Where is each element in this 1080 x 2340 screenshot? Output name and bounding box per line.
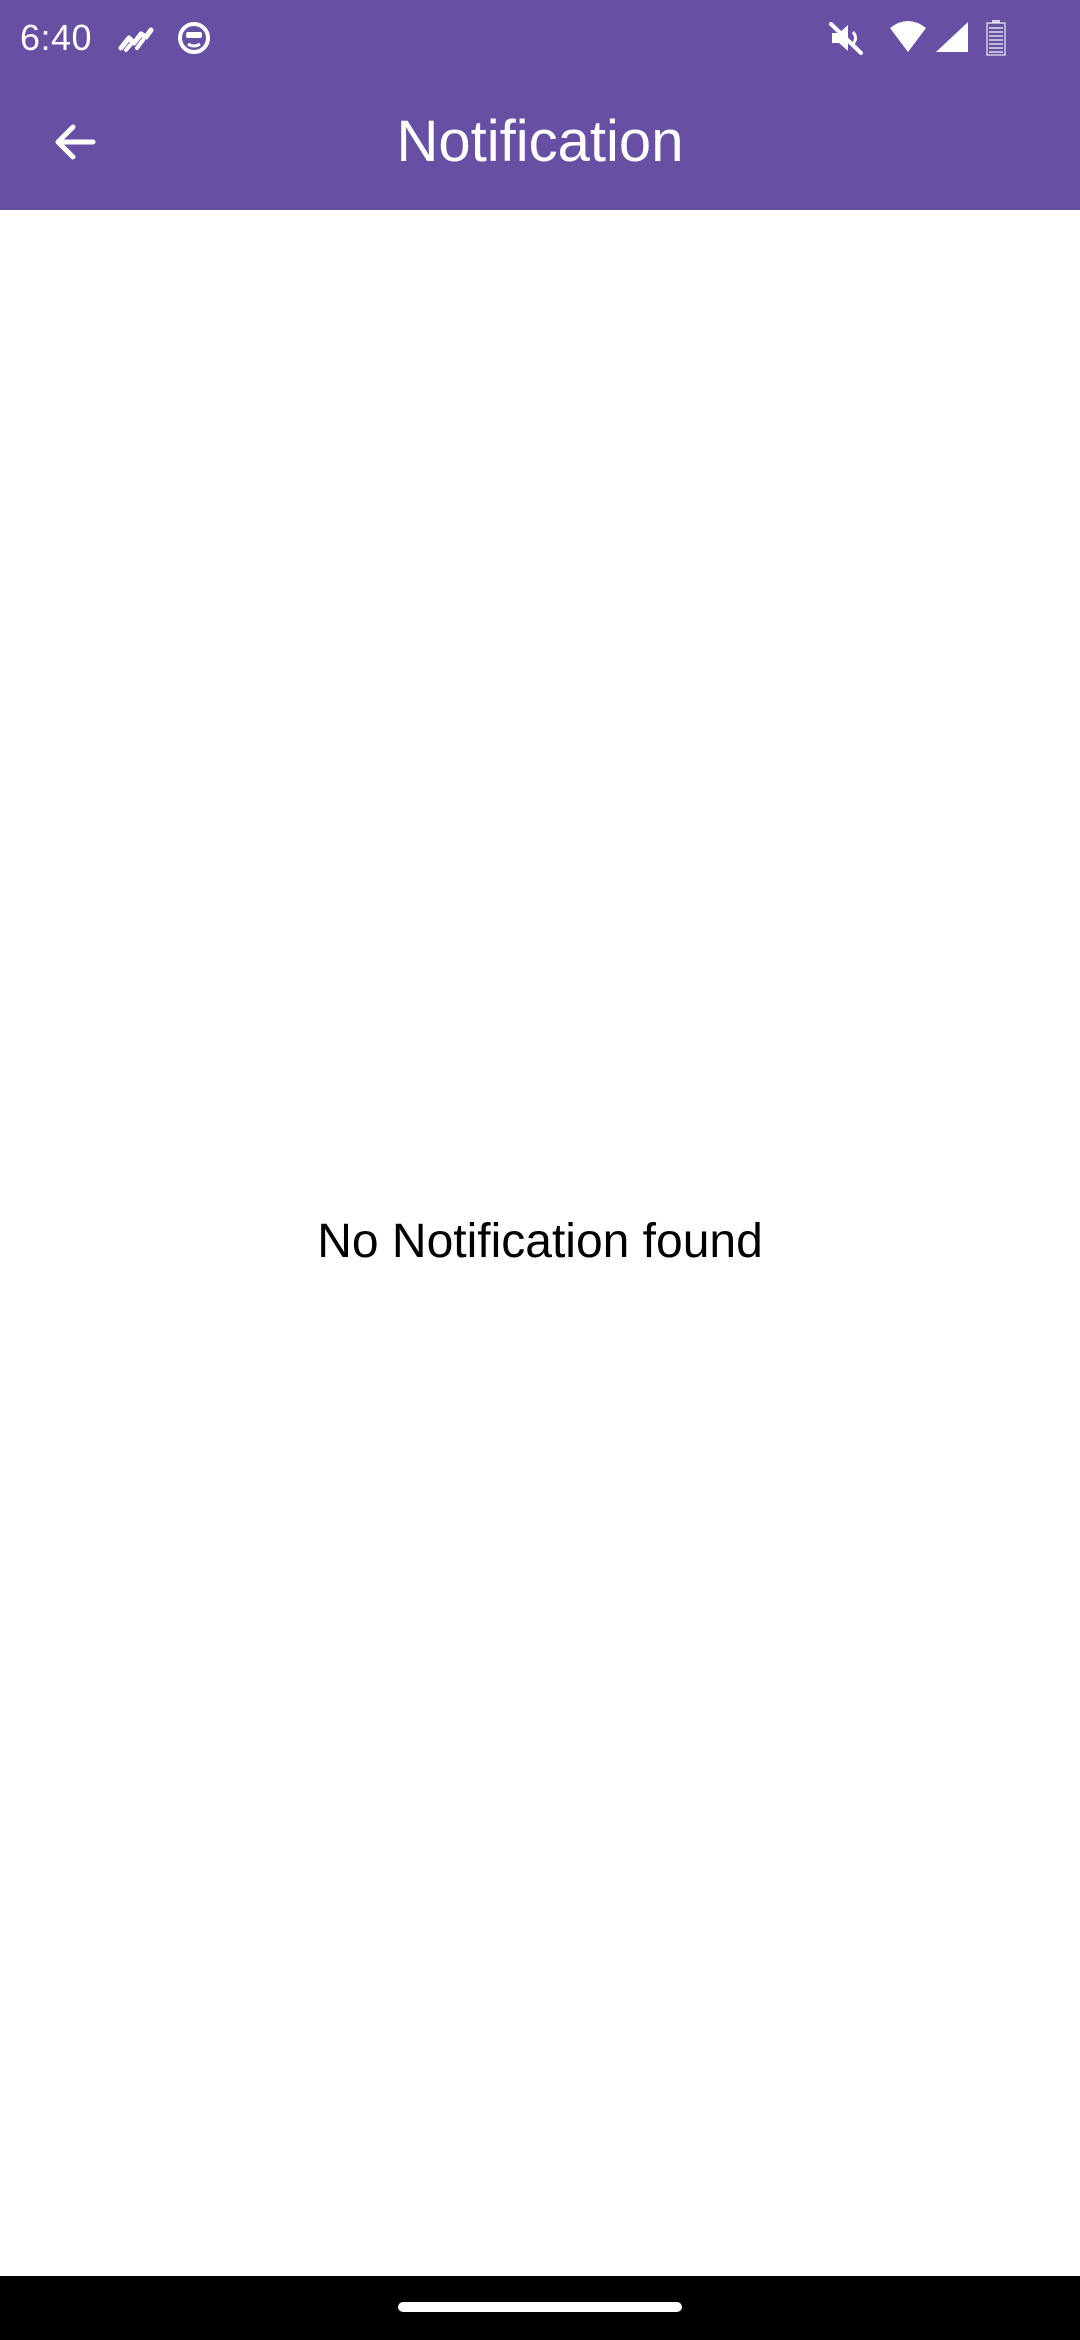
mute-icon	[828, 18, 864, 58]
status-time: 6:40	[20, 17, 93, 58]
empty-state-message: No Notification found	[317, 1215, 763, 1268]
app-bar: Notification	[0, 76, 1080, 210]
battery-icon	[984, 18, 1008, 58]
page-title: Notification	[396, 109, 684, 174]
status-bar: 6:40	[0, 0, 1080, 76]
stocks-icon	[118, 18, 154, 58]
system-navigation-bar	[0, 2276, 1080, 2340]
notification-list: No Notification found	[0, 210, 1080, 2276]
signal-icon	[934, 18, 970, 58]
wifi-icon	[888, 18, 928, 58]
cat-face-icon	[176, 18, 212, 58]
home-indicator[interactable]	[398, 2302, 682, 2312]
